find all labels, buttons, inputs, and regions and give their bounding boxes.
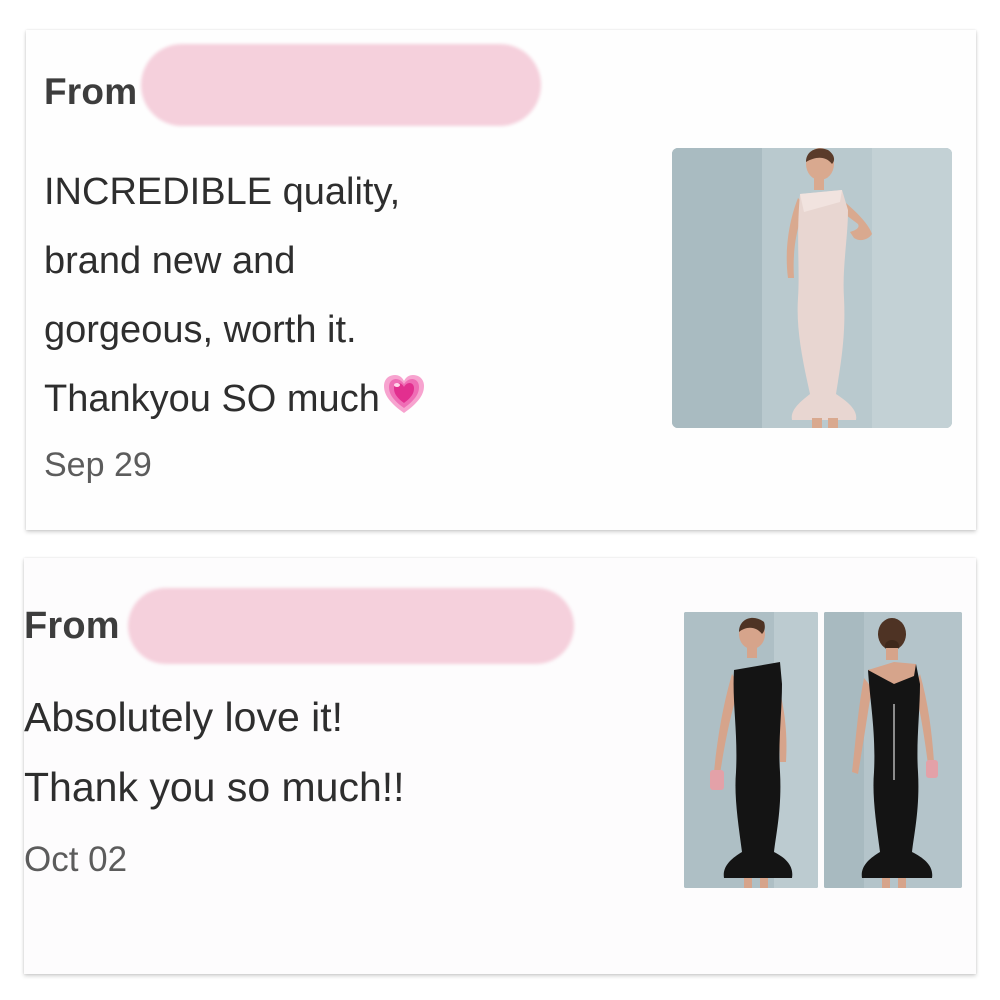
review-card: From INCREDIBLE quality, brand new and g… (26, 30, 976, 530)
review-message: INCREDIBLE quality, brand new and gorgeo… (44, 158, 426, 440)
from-label: From (44, 71, 138, 112)
review-card: From Absolutely love it! Thank you so mu… (24, 558, 976, 974)
product-photo[interactable] (672, 148, 952, 428)
redacted-sender-name (141, 44, 542, 126)
redacted-sender-name (127, 588, 574, 664)
product-photo-front[interactable] (684, 612, 818, 888)
message-line: Absolutely love it! (24, 694, 344, 740)
from-label: From (24, 604, 120, 647)
review-message: Absolutely love it! Thank you so much!! (24, 682, 405, 822)
message-line: INCREDIBLE quality, (44, 171, 401, 213)
review-date: Sep 29 (44, 446, 152, 484)
message-line: brand new and (44, 240, 296, 282)
message-line: gorgeous, worth it. (44, 309, 357, 351)
sender-row: From (44, 44, 542, 126)
message-line: Thankyou SO much (44, 378, 380, 420)
message-line: Thank you so much!! (24, 764, 405, 810)
review-date: Oct 02 (24, 840, 128, 879)
message-line-with-emoji: Thankyou SO much (44, 365, 426, 440)
sender-row: From (24, 588, 574, 664)
growing-heart-icon (382, 371, 426, 440)
product-photo-back[interactable] (824, 612, 962, 888)
